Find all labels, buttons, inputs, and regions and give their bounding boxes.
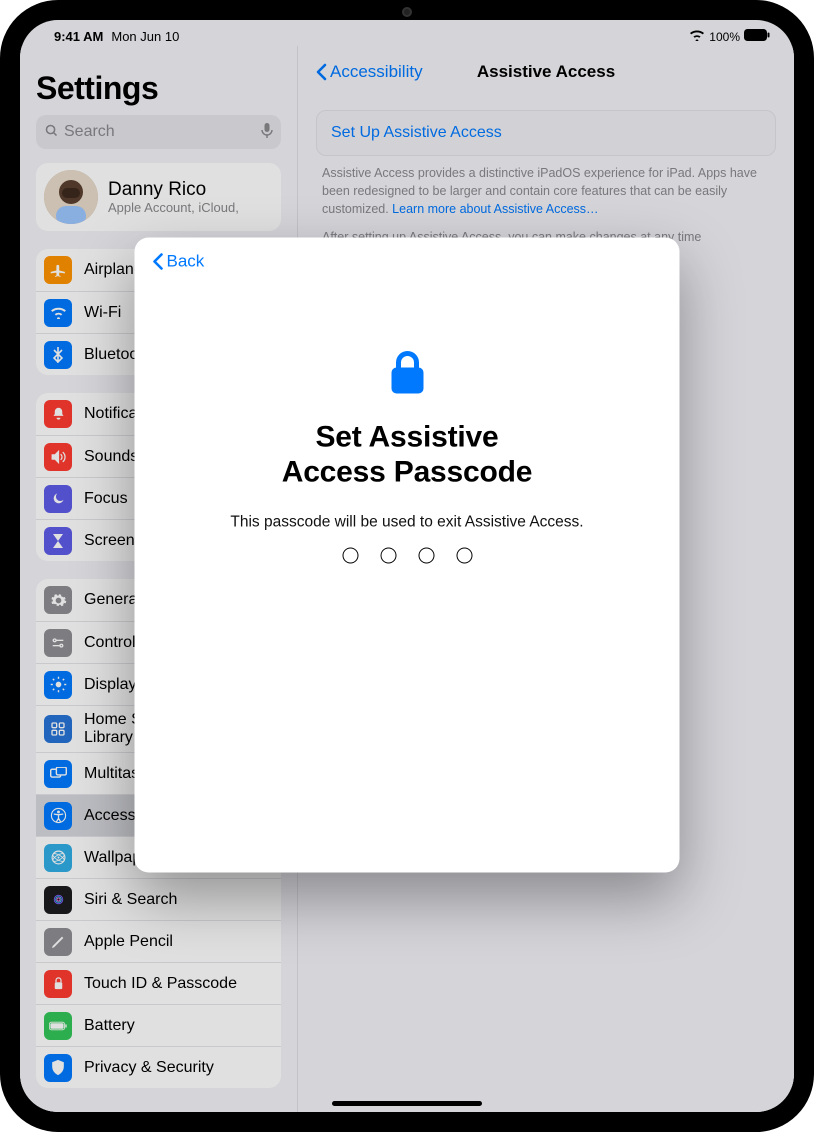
- passcode-dots: [342, 548, 472, 564]
- multi-icon: [44, 760, 72, 788]
- modal-description: This passcode will be used to exit Assis…: [230, 514, 583, 532]
- bell-icon: [44, 400, 72, 428]
- modal-title-line2: Access Passcode: [282, 455, 533, 488]
- sidebar-item-label: Sounds: [84, 448, 138, 466]
- modal-back-button[interactable]: Back: [153, 252, 662, 272]
- siri-icon: [44, 886, 72, 914]
- passcode-dot-2: [380, 548, 396, 564]
- sidebar-item-label: General: [84, 591, 141, 609]
- batt-icon: [44, 1012, 72, 1040]
- gear-icon: [44, 586, 72, 614]
- home-indicator[interactable]: [332, 1101, 482, 1106]
- sidebar-item-label: Apple Pencil: [84, 933, 173, 951]
- passcode-dot-3: [418, 548, 434, 564]
- battery-icon: [744, 29, 770, 44]
- sidebar-item-label: Battery: [84, 1017, 135, 1035]
- modal-title: Set Assistive Access Passcode: [282, 421, 533, 490]
- detail-caption: Assistive Access provides a distinctive …: [322, 164, 770, 247]
- account-sub: Apple Account, iCloud,: [108, 200, 239, 215]
- search-input[interactable]: Search: [36, 115, 281, 149]
- wall-icon: [44, 844, 72, 872]
- airplane-icon: [44, 256, 72, 284]
- setup-assistive-access-button[interactable]: Set Up Assistive Access: [316, 110, 776, 156]
- sidebar-item-privacy-security[interactable]: Privacy & Security: [36, 1046, 281, 1088]
- learn-more-link[interactable]: Learn more about Assistive Access…: [392, 202, 598, 216]
- mic-icon[interactable]: [261, 123, 273, 142]
- status-bar: 9:41 AM Mon Jun 10 100%: [20, 20, 794, 46]
- privacy-icon: [44, 1054, 72, 1082]
- touchid-icon: [44, 970, 72, 998]
- sidebar-item-apple-pencil[interactable]: Apple Pencil: [36, 920, 281, 962]
- sidebar-item-label: Siri & Search: [84, 891, 177, 909]
- sidebar-item-battery[interactable]: Battery: [36, 1004, 281, 1046]
- detail-back-button[interactable]: Accessibility: [316, 62, 423, 82]
- status-battery-text: 100%: [709, 30, 740, 44]
- moon-icon: [44, 485, 72, 513]
- passcode-dot-4: [456, 548, 472, 564]
- sidebar-item-label: Focus: [84, 490, 128, 508]
- sidebar-item-siri-search[interactable]: Siri & Search: [36, 878, 281, 920]
- bt-icon: [44, 341, 72, 369]
- sidebar-item-label: Touch ID & Passcode: [84, 975, 237, 993]
- sidebar-item-label: Wi-Fi: [84, 304, 121, 322]
- modal-back-label: Back: [167, 252, 205, 272]
- settings-title: Settings: [36, 70, 281, 107]
- passcode-modal: Back Set Assistive Access Passcode This …: [135, 238, 680, 873]
- passcode-dot-1: [342, 548, 358, 564]
- hourglass-icon: [44, 527, 72, 555]
- sidebar-item-touch-id-passcode[interactable]: Touch ID & Passcode: [36, 962, 281, 1004]
- sidebar-item-label: Privacy & Security: [84, 1059, 214, 1077]
- status-date: Mon Jun 10: [111, 29, 179, 44]
- account-row[interactable]: Danny Rico Apple Account, iCloud,: [36, 163, 281, 231]
- display-icon: [44, 671, 72, 699]
- pencil-icon: [44, 928, 72, 956]
- front-camera: [402, 7, 412, 17]
- sound-icon: [44, 443, 72, 471]
- screen: 9:41 AM Mon Jun 10 100% Settings: [20, 20, 794, 1112]
- account-name: Danny Rico: [108, 179, 239, 201]
- status-time: 9:41 AM: [54, 29, 103, 44]
- cc-icon: [44, 629, 72, 657]
- avatar: [44, 170, 98, 224]
- access-icon: [44, 802, 72, 830]
- account-group: Danny Rico Apple Account, iCloud,: [36, 163, 281, 231]
- detail-back-label: Accessibility: [330, 62, 423, 82]
- wifi-icon: [44, 299, 72, 327]
- search-icon: [44, 123, 59, 142]
- home-icon: [44, 715, 72, 743]
- modal-title-line1: Set Assistive: [315, 421, 498, 454]
- wifi-icon: [689, 29, 705, 44]
- lock-icon: [388, 350, 426, 401]
- device-frame: 9:41 AM Mon Jun 10 100% Settings: [0, 0, 814, 1132]
- search-placeholder: Search: [64, 123, 261, 141]
